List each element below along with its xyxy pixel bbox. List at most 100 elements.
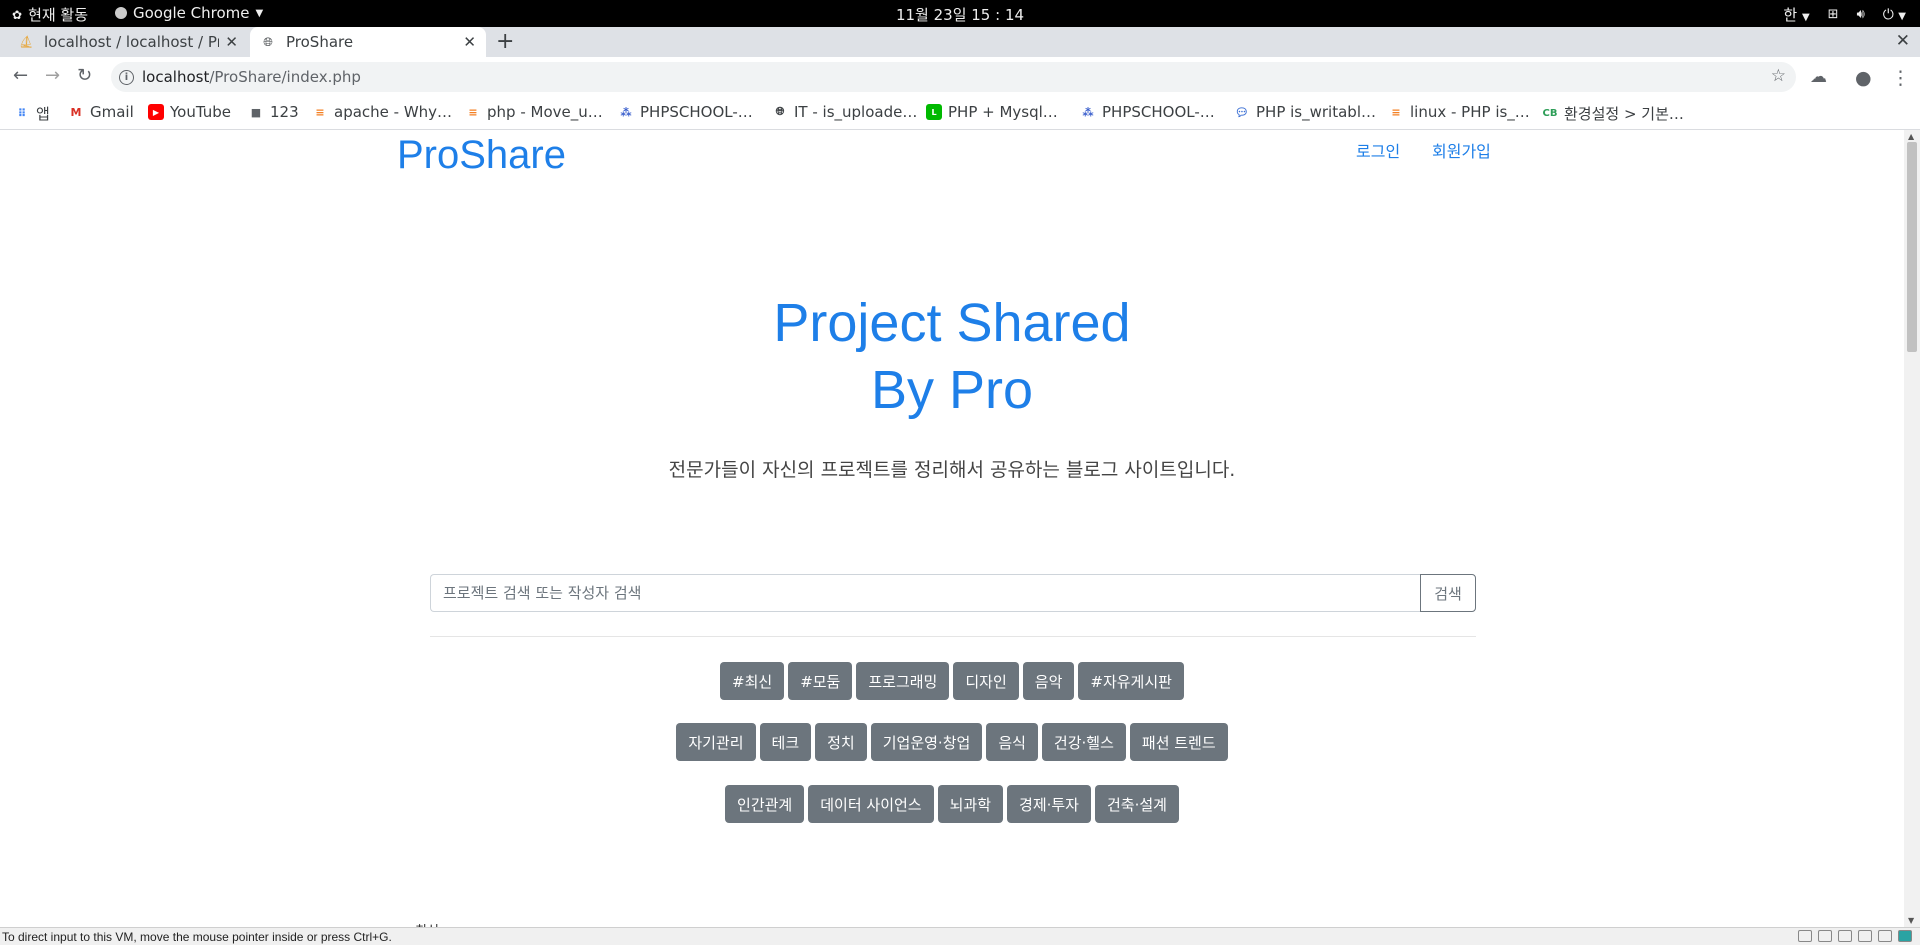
clock[interactable]: 11월 23일 15 : 14 [896,6,1024,24]
bookmark-label: linux - PHP is_… [1410,103,1530,121]
chrome-icon [115,7,127,19]
scroll-down-icon[interactable]: ▼ [1908,916,1914,925]
chevron-down-icon: ▼ [255,7,264,19]
tag-row-2: 자기관리 테크 정치 기업운영·창업 음식 건강·헬스 패션 트렌드 [0,723,1904,761]
bookmark-label: 앱 [36,105,50,123]
tag-button[interactable]: 패션 트렌드 [1129,723,1228,761]
message-icon[interactable] [1898,930,1912,942]
phpschool-icon: ⁂ [620,105,632,119]
bookmark-php-writable[interactable]: 💬︎ PHP is_writabl… [1234,103,1376,121]
signup-link[interactable]: 회원가입 [1432,138,1491,162]
bookmark-label: php - Move_u… [487,103,603,121]
cd-icon[interactable] [1818,930,1832,942]
forward-icon[interactable]: → [45,65,60,86]
app-menu-button[interactable]: Google Chrome ▼ [115,4,263,22]
bookmark-label: apache - Why… [334,103,453,121]
bookmark-label: 환경설정 > 기본… [1564,105,1684,123]
app-name-label: Google Chrome [133,4,250,22]
bookmark-folder-123[interactable]: ■ 123 [248,103,299,121]
bookmark-php-mysql[interactable]: L PHP + Mysql… [926,103,1058,121]
hero-title-line1: Project Shared [773,293,1131,353]
page-scrollbar[interactable]: ▲ ▼ [1904,130,1920,927]
network-adapter-icon[interactable] [1838,930,1852,942]
site-brand-link[interactable]: ProShare [397,130,566,180]
divider [430,636,1476,637]
phpschool-icon: ⁂ [1082,105,1094,119]
login-link[interactable]: 로그인 [1356,138,1400,162]
profile-icon[interactable]: ● [1855,67,1875,89]
tag-button[interactable]: 뇌과학 [937,785,1004,823]
new-tab-button[interactable]: + [496,31,514,53]
reload-icon[interactable]: ↻ [77,65,92,86]
tab-proshare[interactable]: 🌐︎ ProShare ✕ [250,27,486,57]
info-icon[interactable]: i [119,69,134,85]
chat-icon: 💬︎ [1235,105,1249,119]
stackoverflow-icon: ≡ [1391,105,1401,119]
window-close-icon[interactable]: ✕ [1896,31,1910,51]
activities-label: 현재 활동 [28,6,89,24]
bookmark-apps[interactable]: ⠿ 앱 [14,103,50,124]
stackoverflow-icon: ≡ [468,105,478,119]
bookmark-phpschool-1[interactable]: ⁂ PHPSCHOOL-… [618,103,753,121]
tag-button[interactable]: 건축·설계 [1094,785,1179,823]
input-method-indicator[interactable]: 한 ▼ [1783,4,1809,25]
close-icon[interactable]: ✕ [225,33,238,51]
bookmark-it-upload[interactable]: 🌐︎ IT - is_uploade… [772,103,918,121]
menu-icon[interactable]: ⋮ [1891,67,1911,89]
system-top-bar: ✿ 현재 활동 Google Chrome ▼ 11월 23일 15 : 14 … [0,0,1920,27]
tag-button[interactable]: 건강·헬스 [1041,723,1126,761]
tag-button[interactable]: 인간관계 [725,785,805,823]
bookmark-star-icon[interactable]: ☆ [1771,66,1786,86]
globe-icon: 🌐︎ [775,105,785,118]
search-button[interactable]: 검색 [1420,574,1476,612]
tag-button[interactable]: #자유게시판 [1078,662,1184,700]
scroll-up-icon[interactable]: ▲ [1908,132,1914,141]
bookmark-php-move[interactable]: ≡ php - Move_u… [465,103,603,121]
phpmyadmin-icon: ⛵︎ [18,35,34,49]
bookmark-settings[interactable]: CB 환경설정 > 기본… [1542,103,1684,124]
tag-button[interactable]: 테크 [759,723,812,761]
bookmark-label: Gmail [90,103,134,121]
bookmark-label: 123 [270,103,299,121]
sound-icon[interactable] [1878,930,1892,942]
bookmark-youtube[interactable]: ▶ YouTube [148,103,231,121]
tag-button[interactable]: 음식 [986,723,1038,761]
tag-button[interactable]: #모둠 [788,662,853,700]
bookmark-linux-php[interactable]: ≡ linux - PHP is_… [1388,103,1530,121]
tag-button[interactable]: 디자인 [953,662,1019,700]
vm-device-icons [1798,930,1912,942]
power-icon: ⏻ ▼ [1882,6,1906,23]
printer-icon[interactable] [1858,930,1872,942]
chevron-down-icon: ▼ [1801,12,1810,23]
hero-title: Project Shared By Pro [0,290,1904,424]
tag-button[interactable]: 데이터 사이언스 [808,785,934,823]
tag-button[interactable]: 자기관리 [676,723,756,761]
tag-button[interactable]: 프로그래밍 [856,662,950,700]
bookmark-gmail[interactable]: M Gmail [68,103,134,121]
tag-button[interactable]: 정치 [815,723,867,761]
activities-button[interactable]: ✿ 현재 활동 [12,4,88,25]
tag-button[interactable]: 경제·투자 [1007,785,1091,823]
bookmark-label: PHPSCHOOL-… [640,103,753,121]
bookmarks-bar: ⠿ 앱 M Gmail ▶ YouTube ■ 123 ≡ apache - W… [0,97,1920,130]
vm-status-bar: To direct input to this VM, move the mou… [0,927,1920,945]
bookmark-apache[interactable]: ≡ apache - Why… [312,103,452,121]
tag-row-1: #최신 #모둠 프로그래밍 디자인 음악 #자유게시판 [0,662,1904,700]
back-icon[interactable]: ← [13,65,28,86]
tag-button[interactable]: #최신 [720,662,785,700]
tab-phpmyadmin[interactable]: ⛵︎ localhost / localhost / Pro ✕ [8,27,248,57]
scrollbar-thumb[interactable] [1907,142,1917,352]
bookmark-phpschool-2[interactable]: ⁂ PHPSCHOOL-… [1080,103,1214,121]
cloud-icon[interactable]: ☁ [1810,67,1830,87]
tag-button[interactable]: 기업운영·창업 [870,723,983,761]
apps-grid-icon: ⠿ [17,107,27,120]
address-bar[interactable]: i localhost/ProShare/index.php ☆ [111,62,1796,92]
hdd-icon[interactable] [1798,930,1812,942]
page-viewport: ProShare 로그인 회원가입 Project Shared By Pro … [0,130,1904,927]
search-input[interactable] [430,574,1420,612]
hero-title-line2: By Pro [870,360,1034,420]
tag-button[interactable]: 음악 [1022,662,1075,700]
system-tray[interactable]: 한 ▼ ⊞ 🔊︎ ⏻ ▼ [1783,4,1906,25]
gmail-icon: M [70,105,82,119]
close-icon[interactable]: ✕ [463,33,476,51]
